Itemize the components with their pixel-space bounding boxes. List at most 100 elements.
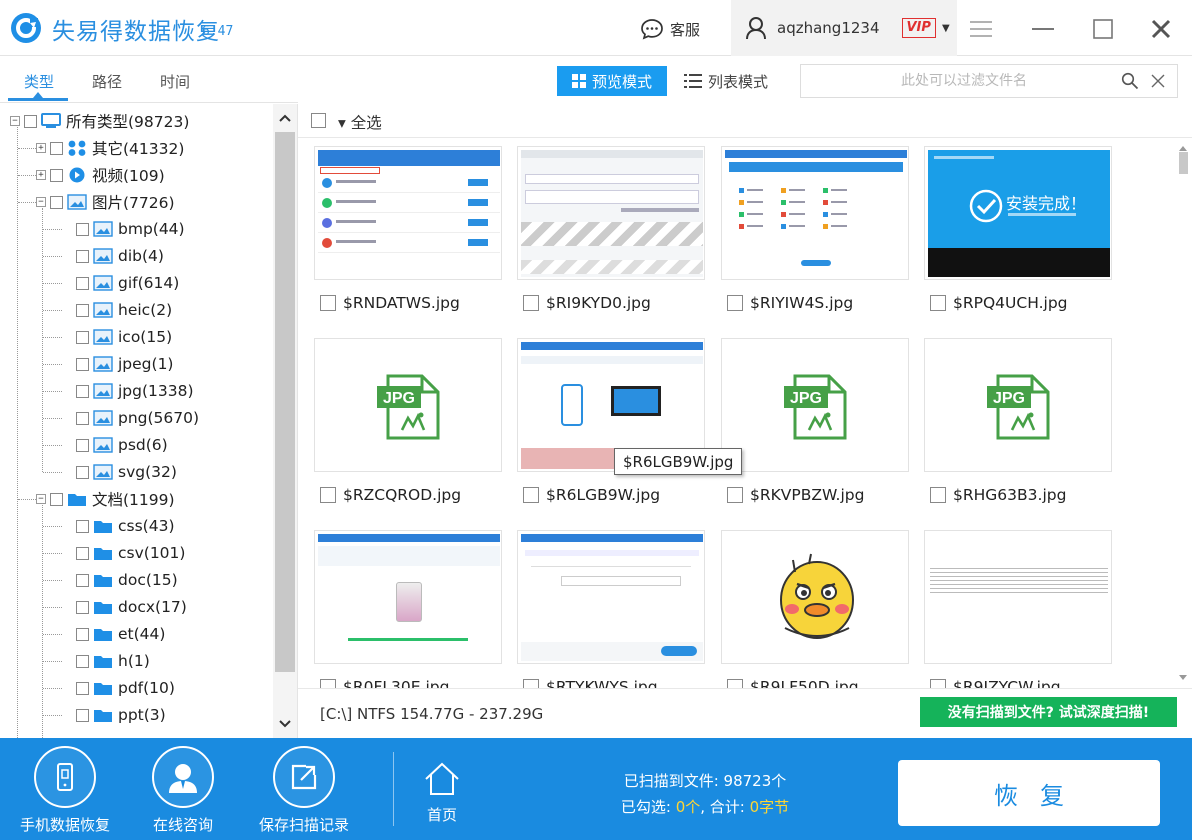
save-scan-button[interactable]: 保存扫描记录 xyxy=(249,746,359,835)
expand-toggle-icon[interactable]: − xyxy=(36,494,46,504)
file-thumbnail-tile[interactable]: 安装完成！ xyxy=(924,146,1112,280)
maximize-button[interactable] xyxy=(1088,14,1118,44)
grid-scrollbar-thumb[interactable] xyxy=(1179,152,1188,174)
tree-node[interactable]: − 图片(7726) xyxy=(36,190,175,214)
tree-node[interactable]: doc(15) xyxy=(62,568,178,592)
tree-node-checkbox[interactable] xyxy=(50,141,63,155)
tree-node[interactable]: bmp(44) xyxy=(62,217,185,241)
clear-icon[interactable] xyxy=(1151,74,1165,88)
menu-button[interactable] xyxy=(966,14,996,44)
scroll-up-icon[interactable] xyxy=(273,108,297,128)
tree-node-checkbox[interactable] xyxy=(76,627,89,641)
tree-node[interactable]: gif(614) xyxy=(62,271,179,295)
file-item[interactable]: $RPQ4UCH.jpg xyxy=(930,293,1068,313)
recover-button[interactable]: 恢复 xyxy=(898,760,1160,826)
file-thumbnail-tile[interactable] xyxy=(721,146,909,280)
tree-node-checkbox[interactable] xyxy=(76,546,89,560)
online-consult-button[interactable]: 在线咨询 xyxy=(128,746,238,835)
scroll-down-icon[interactable] xyxy=(273,714,297,734)
file-thumbnail-tile[interactable] xyxy=(721,530,909,664)
expand-toggle-icon[interactable]: − xyxy=(36,197,46,207)
file-item[interactable]: $RHG63B3.jpg xyxy=(930,485,1066,505)
file-item[interactable]: $R9LF50D.jpg xyxy=(727,677,859,688)
select-all-label[interactable]: ▾ 全选 xyxy=(338,111,382,133)
file-item[interactable]: $R0FL30E.jpg xyxy=(320,677,449,688)
file-checkbox[interactable] xyxy=(523,295,539,311)
tree-node[interactable]: pdf(10) xyxy=(62,676,175,700)
file-thumbnail-tile[interactable] xyxy=(517,146,705,280)
file-checkbox[interactable] xyxy=(320,295,336,311)
tree-node[interactable]: svg(32) xyxy=(62,460,177,484)
tab-path[interactable]: 路径 xyxy=(92,71,122,92)
list-mode-button[interactable]: 列表模式 xyxy=(684,66,768,96)
tree-node[interactable]: − 所有类型(98723) xyxy=(10,109,189,133)
tree-node-checkbox[interactable] xyxy=(24,114,37,128)
tree-node[interactable]: ppt(3) xyxy=(62,703,166,727)
file-checkbox[interactable] xyxy=(523,487,539,503)
preview-mode-button[interactable]: 预览模式 xyxy=(557,66,667,96)
tree-node-checkbox[interactable] xyxy=(76,384,89,398)
file-checkbox[interactable] xyxy=(727,487,743,503)
file-item[interactable]: $R6LGB9W.jpg xyxy=(523,485,660,505)
tree-node-checkbox[interactable] xyxy=(76,438,89,452)
file-thumbnail-tile[interactable] xyxy=(314,146,502,280)
expand-toggle-icon[interactable]: + xyxy=(36,143,46,153)
tree-node-checkbox[interactable] xyxy=(76,222,89,236)
tree-node[interactable]: jpeg(1) xyxy=(62,352,173,376)
tree-node-checkbox[interactable] xyxy=(76,573,89,587)
file-checkbox[interactable] xyxy=(320,487,336,503)
tree-node-checkbox[interactable] xyxy=(76,330,89,344)
file-thumbnail-tile[interactable]: JPG xyxy=(721,338,909,472)
phone-recovery-button[interactable]: 手机数据恢复 xyxy=(10,746,120,835)
tree-scrollbar[interactable] xyxy=(273,104,297,738)
file-item[interactable]: $R9IZYCW.jpg xyxy=(930,677,1061,688)
file-item[interactable]: $RI9KYD0.jpg xyxy=(523,293,651,313)
tree-node-checkbox[interactable] xyxy=(76,465,89,479)
tree-node[interactable]: + 视频(109) xyxy=(36,163,165,187)
tree-node-checkbox[interactable] xyxy=(76,519,89,533)
tree-node-checkbox[interactable] xyxy=(50,195,63,209)
file-checkbox[interactable] xyxy=(727,679,743,688)
tree-node-checkbox[interactable] xyxy=(76,249,89,263)
user-menu[interactable]: aqzhang1234 VIP ▼ xyxy=(731,0,957,56)
scroll-down-icon[interactable] xyxy=(1174,672,1192,684)
file-thumbnail-tile[interactable]: JPG xyxy=(314,338,502,472)
tree-node[interactable]: et(44) xyxy=(62,622,165,646)
file-checkbox[interactable] xyxy=(930,295,946,311)
file-checkbox[interactable] xyxy=(320,679,336,688)
close-button[interactable] xyxy=(1146,14,1176,44)
tree-node[interactable]: dib(4) xyxy=(62,244,164,268)
tree-node[interactable]: heic(2) xyxy=(62,298,172,322)
file-checkbox[interactable] xyxy=(930,487,946,503)
tree-node[interactable]: − 文档(1199) xyxy=(36,487,175,511)
expand-toggle-icon[interactable]: + xyxy=(36,170,46,180)
deep-scan-button[interactable]: 没有扫描到文件? 试试深度扫描! xyxy=(920,697,1177,727)
tree-node-checkbox[interactable] xyxy=(76,276,89,290)
tree-node-checkbox[interactable] xyxy=(76,411,89,425)
tree-node-checkbox[interactable] xyxy=(76,654,89,668)
expand-toggle-icon[interactable]: − xyxy=(10,116,20,126)
tree-node-checkbox[interactable] xyxy=(76,303,89,317)
file-thumbnail-tile[interactable] xyxy=(314,530,502,664)
file-item[interactable]: $RIYIW4S.jpg xyxy=(727,293,853,313)
tree-node-checkbox[interactable] xyxy=(76,708,89,722)
file-item[interactable]: $RTYKWYS.jpg xyxy=(523,677,658,688)
tree-node-checkbox[interactable] xyxy=(50,168,63,182)
search-icon[interactable] xyxy=(1121,72,1139,90)
file-thumbnail-tile[interactable]: JPG xyxy=(924,338,1112,472)
tree-node[interactable]: ico(15) xyxy=(62,325,172,349)
file-checkbox[interactable] xyxy=(727,295,743,311)
tree-node[interactable]: h(1) xyxy=(62,649,150,673)
filter-input[interactable] xyxy=(801,66,1101,96)
tree-node-checkbox[interactable] xyxy=(76,600,89,614)
grid-scrollbar[interactable] xyxy=(1174,138,1192,688)
tree-node[interactable]: jpg(1338) xyxy=(62,379,194,403)
file-item[interactable]: $RZCQROD.jpg xyxy=(320,485,461,505)
tab-time[interactable]: 时间 xyxy=(160,71,190,92)
tree-node[interactable]: docx(17) xyxy=(62,595,187,619)
file-item[interactable]: $RKVPBZW.jpg xyxy=(727,485,864,505)
minimize-button[interactable] xyxy=(1028,14,1058,44)
tab-type[interactable]: 类型 xyxy=(24,71,54,92)
tree-node[interactable]: + 其它(41332) xyxy=(36,136,184,160)
file-thumbnail-tile[interactable] xyxy=(517,530,705,664)
